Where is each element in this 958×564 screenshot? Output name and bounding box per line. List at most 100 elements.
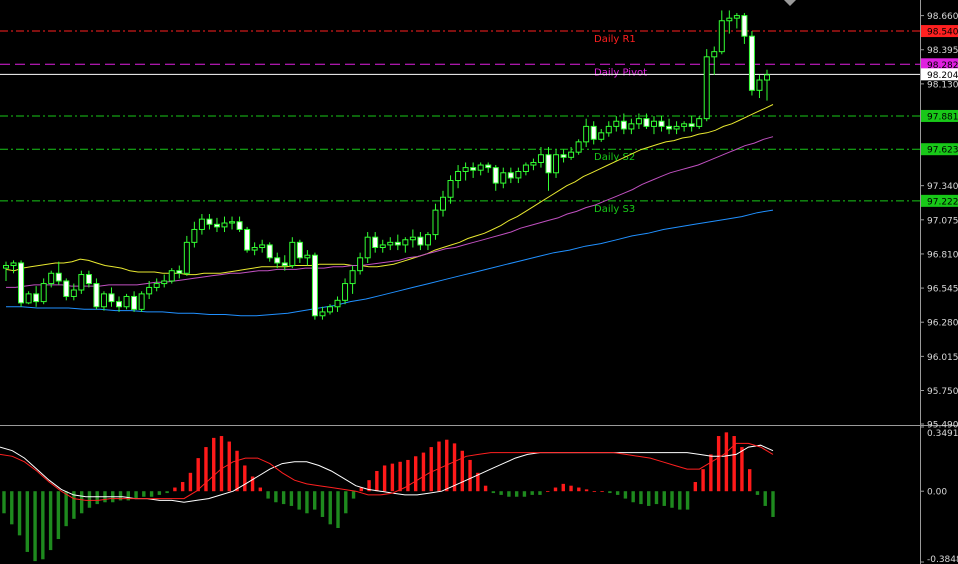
histogram-bar xyxy=(2,491,6,514)
candle-body xyxy=(575,141,582,153)
histogram-bar xyxy=(546,491,550,493)
histogram-bar xyxy=(631,491,635,503)
candle-body xyxy=(447,180,454,198)
candle-body xyxy=(673,125,680,130)
candle-body xyxy=(146,286,153,295)
histogram-bar xyxy=(468,459,472,492)
histogram-bar xyxy=(305,491,309,514)
histogram-bar xyxy=(157,491,162,495)
candle-body xyxy=(161,280,168,285)
price-tick-label: 98.660 xyxy=(927,12,958,22)
histogram-bar xyxy=(173,487,177,492)
histogram-bar xyxy=(584,489,589,492)
candle-body xyxy=(440,196,447,211)
candle-body xyxy=(349,270,356,285)
histogram-bar xyxy=(724,432,729,492)
chart-svg: Daily R1Daily PivotDaily S2Daily S3 98.6… xyxy=(0,0,958,564)
histogram-bar xyxy=(437,441,441,492)
candle-body xyxy=(55,272,62,282)
candle-body xyxy=(635,118,642,125)
histogram-bar xyxy=(569,485,573,492)
histogram-bar xyxy=(274,491,278,503)
histogram-bar xyxy=(196,458,200,492)
histogram-bar xyxy=(615,491,620,495)
candle-body xyxy=(658,120,665,127)
candle-body xyxy=(259,244,266,248)
candle-body xyxy=(394,241,401,246)
level-name-label: Daily S3 xyxy=(594,204,635,215)
level-price-label: 97.222 xyxy=(927,197,958,207)
histogram-bar xyxy=(17,491,22,536)
histogram-bar xyxy=(134,491,138,499)
histogram-bar xyxy=(670,491,674,508)
candle-body xyxy=(342,283,349,301)
candle-body xyxy=(507,172,514,179)
histogram-bar xyxy=(336,491,340,529)
candle-body xyxy=(296,241,303,259)
histogram-bar xyxy=(313,491,317,510)
candle-body xyxy=(477,164,484,171)
candle-body xyxy=(545,154,552,174)
candle-body xyxy=(319,311,326,317)
candle-body xyxy=(470,167,477,171)
candle-body xyxy=(25,293,32,304)
candle-body xyxy=(48,272,55,285)
candle-body xyxy=(718,20,725,53)
candle-body xyxy=(78,274,85,291)
candle-body xyxy=(18,262,25,304)
histogram-bar xyxy=(48,491,53,551)
histogram-bar xyxy=(561,483,565,492)
histogram-bar xyxy=(390,463,395,492)
osc-tick-label: -0.3848 xyxy=(927,555,958,564)
histogram-bar xyxy=(56,491,61,540)
candle-body xyxy=(515,170,522,179)
candle-body xyxy=(432,209,439,236)
candle-body xyxy=(153,283,160,288)
candle-body xyxy=(613,120,620,127)
histogram-bar xyxy=(507,491,511,497)
price-tick-label: 95.750 xyxy=(927,387,958,397)
candle-body xyxy=(33,293,40,303)
candle-body xyxy=(168,270,175,282)
histogram-bar xyxy=(320,491,325,517)
histogram-bar xyxy=(219,436,224,492)
candle-body xyxy=(236,221,243,230)
price-tick-label: 98.395 xyxy=(927,46,958,56)
histogram-bar xyxy=(483,485,488,492)
candle-body xyxy=(681,123,688,127)
candle-body xyxy=(620,120,627,130)
histogram-bar xyxy=(413,456,418,492)
histogram-bar xyxy=(747,469,752,492)
level-price-label: 98.204 xyxy=(927,71,958,81)
histogram-bar xyxy=(344,491,348,514)
histogram-bar xyxy=(452,443,457,492)
histogram-bar xyxy=(577,487,581,492)
candle-body xyxy=(138,293,145,310)
osc-tick-label: 0.00 xyxy=(927,488,947,498)
candle-body xyxy=(522,164,529,172)
candle-body xyxy=(409,236,416,241)
histogram-bar xyxy=(491,491,496,494)
price-tick-label: 98.130 xyxy=(927,80,958,90)
candle-body xyxy=(424,234,431,246)
price-tick-label: 97.075 xyxy=(927,216,958,226)
candle-body xyxy=(711,51,718,58)
candle-body xyxy=(311,254,318,317)
candle-body xyxy=(40,283,47,303)
histogram-bar xyxy=(266,491,270,499)
candle-body xyxy=(726,17,733,22)
candle-body xyxy=(733,15,740,19)
histogram-bar xyxy=(701,469,705,492)
histogram-bar xyxy=(258,487,263,492)
candle-body xyxy=(756,79,763,91)
histogram-bar xyxy=(235,450,239,492)
histogram-bar xyxy=(530,491,534,495)
candle-body xyxy=(3,265,9,269)
candle-body xyxy=(530,161,537,166)
histogram-bar xyxy=(149,491,154,497)
price-tick-label: 96.810 xyxy=(927,250,958,260)
chart-window: Daily R1 Daily Pivot Daily S2 Daily S3 98.6… xyxy=(0,0,958,564)
histogram-bar xyxy=(678,491,682,510)
candle-body xyxy=(334,299,341,308)
candle-body xyxy=(176,270,183,274)
